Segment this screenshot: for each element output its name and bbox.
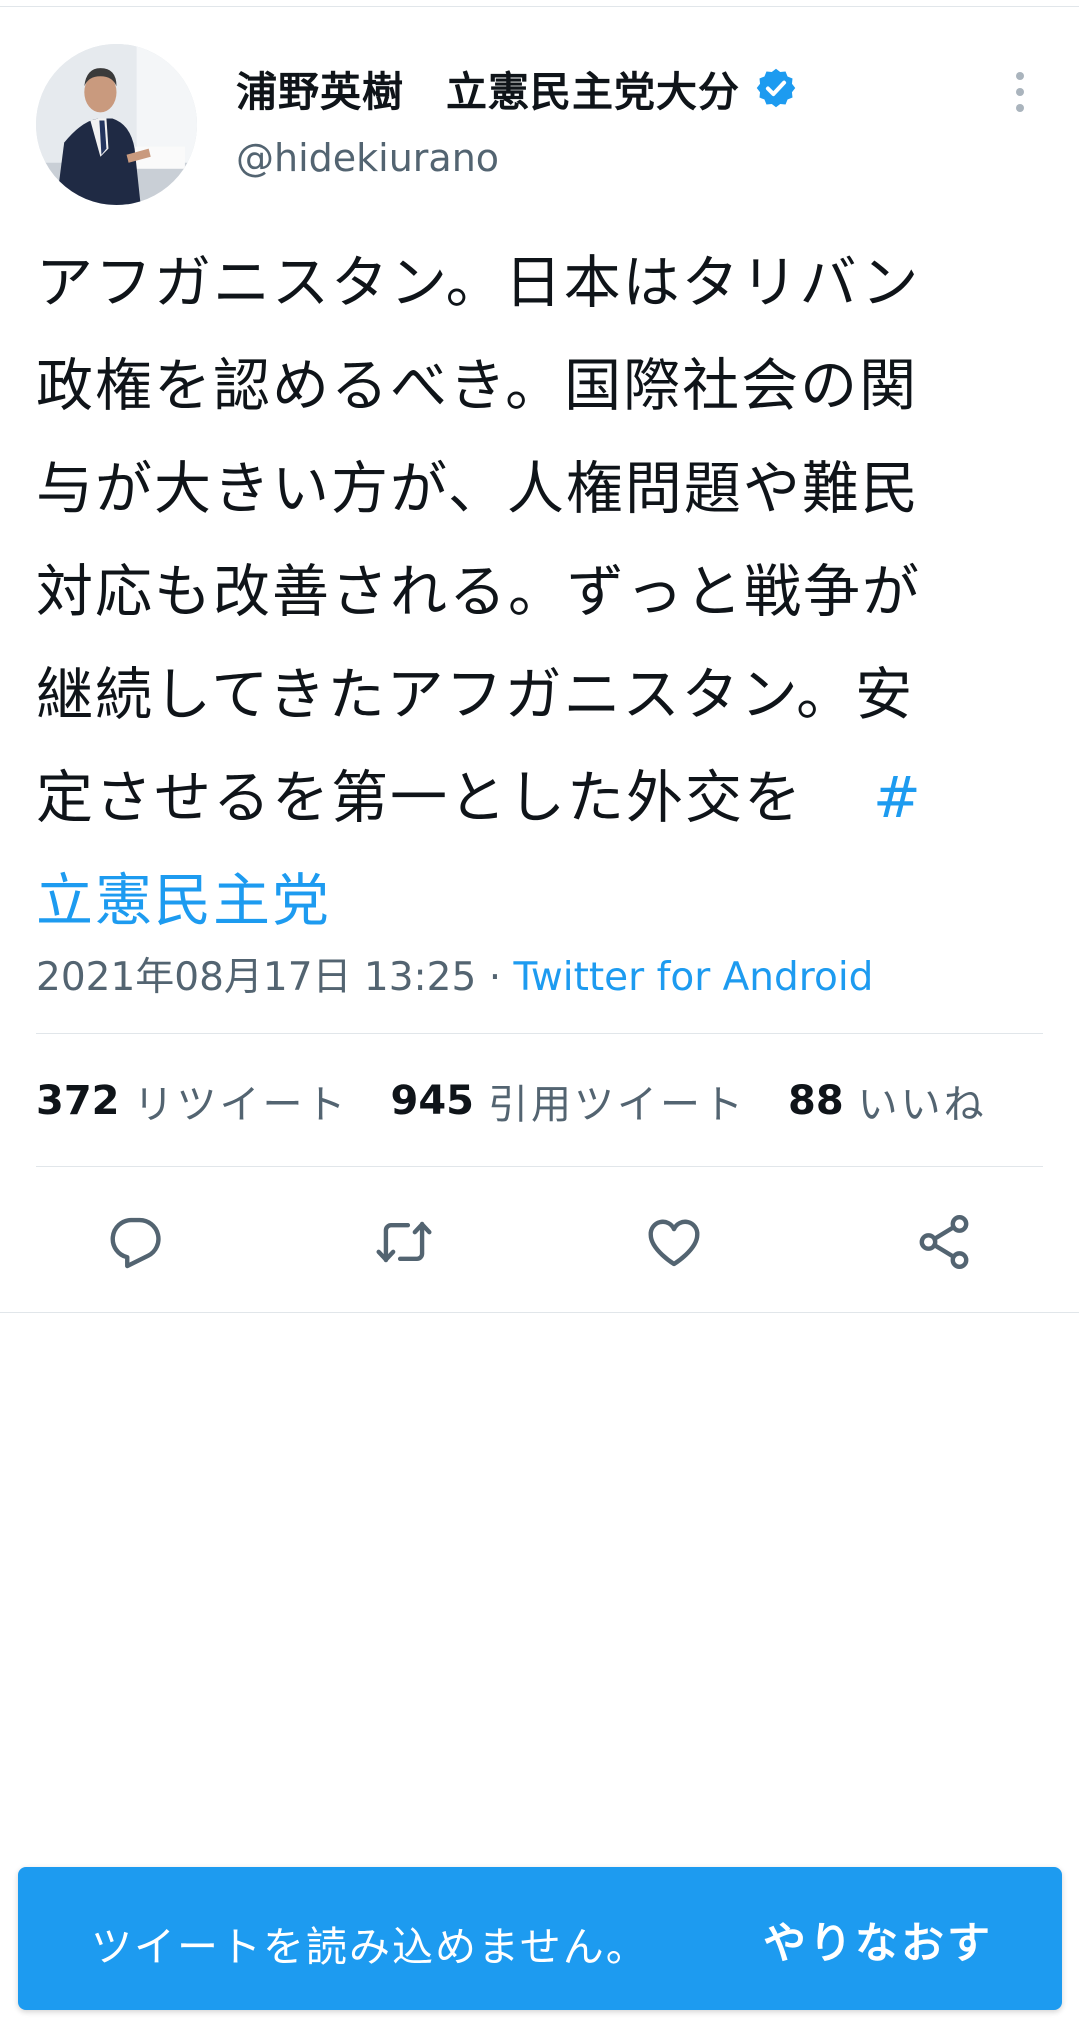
divider [36, 1166, 1043, 1167]
tweet-text-line: 継続してきたアフガニスタン。安 [36, 662, 915, 728]
like-button[interactable] [643, 1211, 705, 1273]
retweet-count: 372 [36, 1078, 120, 1124]
more-options-icon[interactable] [1010, 70, 1030, 114]
retweet-icon [376, 1221, 432, 1263]
top-divider [0, 6, 1079, 7]
quote-label: 引用ツイート [488, 1082, 746, 1128]
avatar[interactable] [36, 44, 197, 205]
hashtag-link[interactable]: 立憲民主党 [36, 850, 1046, 953]
tweet-text-line-end: 定させるを第一とした外交を [36, 765, 803, 831]
retweet-count-link[interactable]: 372 リツイート [36, 1072, 349, 1130]
divider [36, 1033, 1043, 1034]
tweet-meta: 2021年08月17日 13:25 · Twitter for Android [36, 946, 873, 1002]
user-handle[interactable]: @hidekiurano [236, 136, 499, 180]
tweet-text-line: 与が大きい方が、人権問題や難民 [36, 456, 920, 522]
meta-separator: · [476, 955, 514, 1000]
avatar-photo [36, 44, 197, 205]
tweet-timestamp[interactable]: 2021年08月17日 13:25 [36, 955, 476, 1000]
quote-count: 945 [390, 1078, 475, 1124]
reply-icon [110, 1217, 161, 1269]
retry-button[interactable]: やりなおす [763, 1909, 993, 1971]
like-count-link[interactable]: 88 いいね [788, 1072, 987, 1130]
tweet-text: アフガニスタン。日本はタリバン 政権を認めるべき。国際社会の関 与が大きい方が、… [36, 232, 1046, 953]
like-count: 88 [788, 1078, 844, 1124]
bottom-divider [0, 1312, 1079, 1313]
error-toast: ツイートを読み込めません。 やりなおす [18, 1867, 1062, 2010]
like-label: いいね [857, 1082, 987, 1128]
author-row: 浦野英樹 立憲民主党大分 [236, 60, 798, 116]
share-icon [919, 1215, 969, 1269]
quote-count-link[interactable]: 945 引用ツイート [391, 1072, 747, 1130]
tweet-actions [0, 1205, 1079, 1277]
tweet-text-line: 対応も改善される。ずっと戦争が [36, 559, 921, 625]
toast-message: ツイートを読み込めません。 [91, 1923, 649, 1971]
tweet-text-line: 政権を認めるべき。国際社会の関 [36, 353, 919, 419]
retweet-button[interactable] [373, 1211, 435, 1273]
tweet-text-line: アフガニスタン。日本はタリバン [36, 250, 921, 316]
share-button[interactable] [913, 1211, 975, 1273]
display-name[interactable]: 浦野英樹 立憲民主党大分 [236, 58, 740, 118]
like-icon [648, 1219, 700, 1267]
verified-badge-icon [756, 68, 796, 108]
hashtag-mark[interactable]: # [873, 765, 923, 831]
tweet-source-link[interactable]: Twitter for Android [514, 955, 874, 1000]
retweet-label: リツイート [133, 1082, 349, 1128]
engagement-stats: 372 リツイート 945 引用ツイート 88 いいね [36, 1078, 1029, 1128]
reply-button[interactable] [104, 1211, 166, 1273]
tweet-text-line: 定させるを第一とした外交を # [36, 747, 1046, 850]
